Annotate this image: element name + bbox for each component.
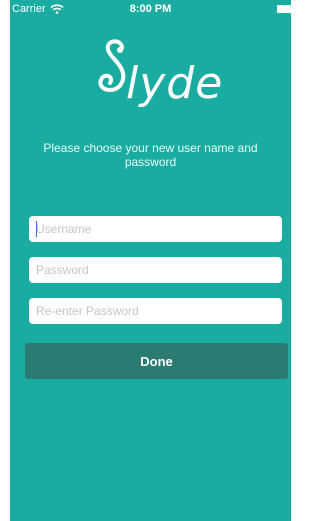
done-button[interactable]: Done [25,343,288,379]
battery-icon [277,5,291,13]
app-logo: lyde [92,36,222,116]
logo-text: lyde [126,58,224,109]
status-bar: Carrier 8:00 PM [10,0,291,20]
text-caret [36,221,37,237]
page-subtitle: Please choose your new user name and pas… [43,141,258,169]
app-screen: Carrier 8:00 PM lyde Please choose your … [10,0,291,521]
status-time: 8:00 PM [129,3,172,15]
reenter-password-input[interactable] [29,298,282,324]
password-input[interactable] [29,257,282,283]
username-input[interactable] [29,216,282,242]
